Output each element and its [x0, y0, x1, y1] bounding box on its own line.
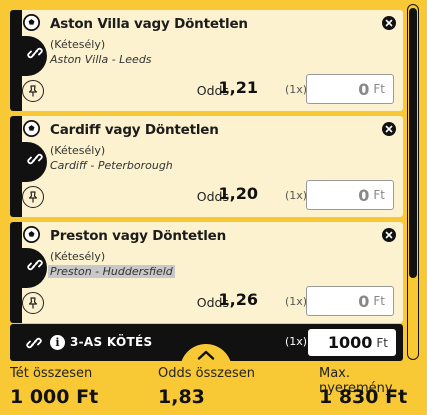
- pin-icon: [28, 297, 38, 309]
- info-icon[interactable]: i: [50, 335, 65, 350]
- multiplier: (1x): [285, 83, 308, 96]
- close-icon: [385, 125, 393, 133]
- close-icon: [385, 231, 393, 239]
- stake-currency: Ft: [373, 294, 385, 308]
- combo-stake-currency: Ft: [376, 335, 388, 350]
- odds-value: 1,26: [218, 290, 258, 309]
- remove-bet-button[interactable]: [382, 228, 396, 242]
- pin-icon: [28, 191, 38, 203]
- bet-title: Aston Villa vagy Döntetlen: [50, 16, 248, 32]
- bet-match[interactable]: Cardiff - Peterborough: [50, 159, 173, 172]
- chevron-up-icon: [197, 350, 215, 360]
- combo-stake-input[interactable]: 1000 Ft: [308, 329, 396, 356]
- stake-value: 0: [358, 79, 370, 99]
- stake-currency: Ft: [373, 188, 385, 202]
- bet-type: (Kétesély): [50, 144, 106, 157]
- combo-stake-value: 1000: [327, 333, 373, 352]
- total-stake-value: 1 000 Ft: [10, 386, 99, 408]
- combo-multiplier: (1x): [285, 335, 308, 348]
- total-stake-label: Tét összesen: [10, 366, 93, 381]
- total-odds-label: Odds összesen: [158, 366, 255, 381]
- pin-icon: [28, 85, 38, 97]
- soccer-ball-icon: [23, 226, 40, 243]
- link-icon: [26, 337, 42, 349]
- bet-slip: Aston Villa vagy Döntetlen (Kétesély) As…: [0, 0, 427, 362]
- remove-bet-button[interactable]: [382, 16, 396, 30]
- stake-input[interactable]: 0 Ft: [306, 74, 394, 104]
- scroll-thumb[interactable]: [409, 8, 417, 278]
- bet-card: Aston Villa vagy Döntetlen (Kétesély) As…: [10, 10, 403, 111]
- link-icon: [27, 47, 43, 59]
- bet-type: (Kétesély): [50, 38, 106, 51]
- link-icon: [27, 153, 43, 165]
- link-icon: [27, 259, 43, 271]
- odds-value: 1,21: [218, 78, 258, 97]
- total-odds-value: 1,83: [158, 386, 205, 408]
- bet-card: Preston vagy Döntetlen (Kétesély) Presto…: [10, 222, 403, 323]
- odds-value: 1,20: [218, 184, 258, 203]
- summary-bar: Tét összesen 1 000 Ft Odds összesen 1,83…: [0, 362, 427, 415]
- stake-input[interactable]: 0 Ft: [306, 180, 394, 210]
- pin-button[interactable]: [22, 186, 44, 208]
- bet-card: Cardiff vagy Döntetlen (Kétesély) Cardif…: [10, 116, 403, 217]
- remove-bet-button[interactable]: [382, 122, 396, 136]
- stake-value: 0: [358, 291, 370, 311]
- bet-match[interactable]: Aston Villa - Leeds: [50, 53, 152, 66]
- bet-type: (Kétesély): [50, 250, 106, 263]
- close-icon: [385, 19, 393, 27]
- bet-match[interactable]: Preston - Huddersfield: [48, 265, 175, 278]
- soccer-ball-icon: [23, 120, 40, 137]
- stake-currency: Ft: [373, 82, 385, 96]
- bet-title: Preston vagy Döntetlen: [50, 228, 227, 244]
- multiplier: (1x): [285, 295, 308, 308]
- scrollbar[interactable]: [407, 4, 419, 360]
- bet-title: Cardiff vagy Döntetlen: [50, 122, 219, 138]
- stake-value: 0: [358, 185, 370, 205]
- combo-label: 3-AS KÖTÉS: [70, 335, 153, 349]
- max-win-value: 1 830 Ft: [319, 386, 408, 408]
- pin-button[interactable]: [22, 80, 44, 102]
- stake-input[interactable]: 0 Ft: [306, 286, 394, 316]
- multiplier: (1x): [285, 189, 308, 202]
- soccer-ball-icon: [23, 14, 40, 31]
- pin-button[interactable]: [22, 292, 44, 314]
